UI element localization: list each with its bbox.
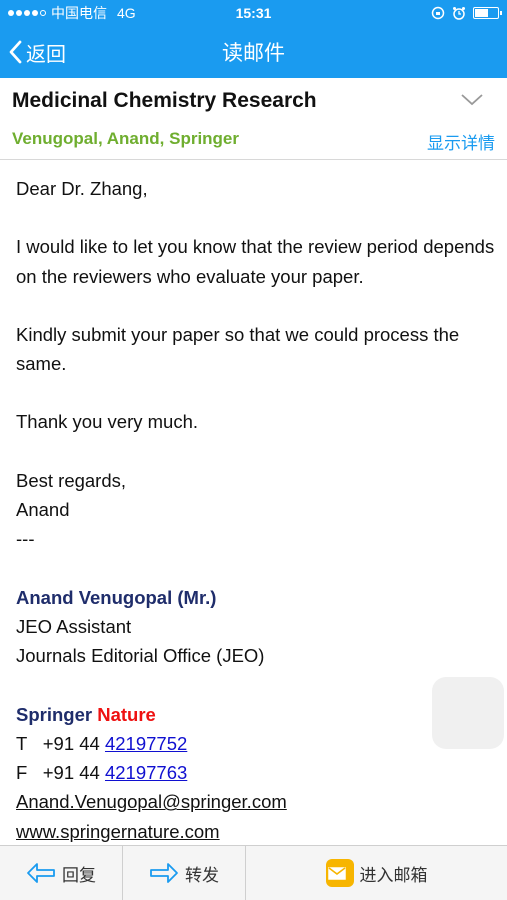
email-subject: Medicinal Chemistry Research bbox=[12, 89, 317, 112]
network-type: 4G bbox=[117, 5, 136, 21]
battery-icon bbox=[473, 7, 502, 19]
forward-button[interactable]: 转发 bbox=[123, 846, 246, 900]
fax-label: F bbox=[16, 762, 28, 784]
signal-strength-icon bbox=[8, 10, 46, 16]
floating-assistive-button[interactable] bbox=[432, 677, 504, 749]
brand-nature: Nature bbox=[97, 703, 156, 725]
email-body: Dear Dr. Zhang, I would like to let you … bbox=[16, 160, 496, 845]
reply-label: 回复 bbox=[62, 865, 96, 885]
reply-arrow-icon bbox=[27, 863, 55, 883]
chevron-left-icon bbox=[9, 40, 22, 64]
email-paragraph: Kindly submit your paper so that we coul… bbox=[16, 323, 460, 375]
phone-label: T bbox=[16, 732, 28, 754]
phone-link[interactable]: 42197752 bbox=[105, 733, 187, 754]
email-thanks: Thank you very much. bbox=[16, 411, 198, 433]
forward-arrow-icon bbox=[150, 863, 178, 883]
carrier-name: 中国电信 bbox=[51, 5, 107, 21]
signature-office: Journals Editorial Office (JEO) bbox=[16, 645, 265, 667]
signature-phone: T +91 44 42197752 bbox=[16, 729, 496, 758]
status-bar: 中国电信 4G 15:31 bbox=[0, 0, 507, 26]
mailbox-label: 进入邮箱 bbox=[359, 865, 428, 885]
email-header: Medicinal Chemistry Research Venugopal, … bbox=[0, 78, 507, 160]
website-link[interactable]: www.springernature.com bbox=[16, 821, 220, 842]
alarm-icon bbox=[453, 7, 465, 20]
reply-button[interactable]: 回复 bbox=[0, 846, 123, 900]
fax-link[interactable]: 42197763 bbox=[105, 762, 187, 783]
back-button[interactable]: 返回 bbox=[8, 26, 66, 78]
mail-icon bbox=[325, 859, 354, 887]
signature-role: JEO Assistant bbox=[16, 615, 132, 637]
show-details-link[interactable]: 显示详情 bbox=[427, 129, 495, 154]
bottom-toolbar: 回复 转发 进入邮箱 bbox=[0, 845, 507, 900]
email-paragraph: I would like to let you know that the re… bbox=[16, 236, 495, 287]
email-sender: Venugopal, Anand, Springer bbox=[12, 129, 240, 148]
email-closing-name: Anand bbox=[16, 499, 70, 521]
nav-bar: 返回 读邮件 bbox=[0, 26, 507, 78]
page-title: 读邮件 bbox=[222, 42, 285, 65]
chevron-down-icon[interactable] bbox=[461, 94, 483, 106]
phone-prefix: +91 44 bbox=[42, 732, 100, 754]
signature-fax: F +91 44 42197763 bbox=[16, 758, 496, 787]
forward-label: 转发 bbox=[185, 865, 219, 885]
email-greeting: Dear Dr. Zhang, bbox=[16, 178, 148, 199]
back-label: 返回 bbox=[26, 43, 66, 66]
fax-prefix: +91 44 bbox=[42, 762, 100, 784]
email-closing: Best regards, bbox=[16, 469, 127, 491]
brand-springer: Springer bbox=[16, 703, 93, 725]
signature-brand: Springer Nature bbox=[16, 700, 496, 729]
email-address-link[interactable]: Anand.Venugopal@springer.com bbox=[16, 791, 287, 812]
signature-name: Anand Venugopal (Mr.) bbox=[16, 586, 217, 608]
rotation-lock-icon bbox=[431, 6, 445, 20]
signature-separator: --- bbox=[16, 528, 35, 550]
open-mailbox-button[interactable]: 进入邮箱 bbox=[246, 846, 507, 900]
